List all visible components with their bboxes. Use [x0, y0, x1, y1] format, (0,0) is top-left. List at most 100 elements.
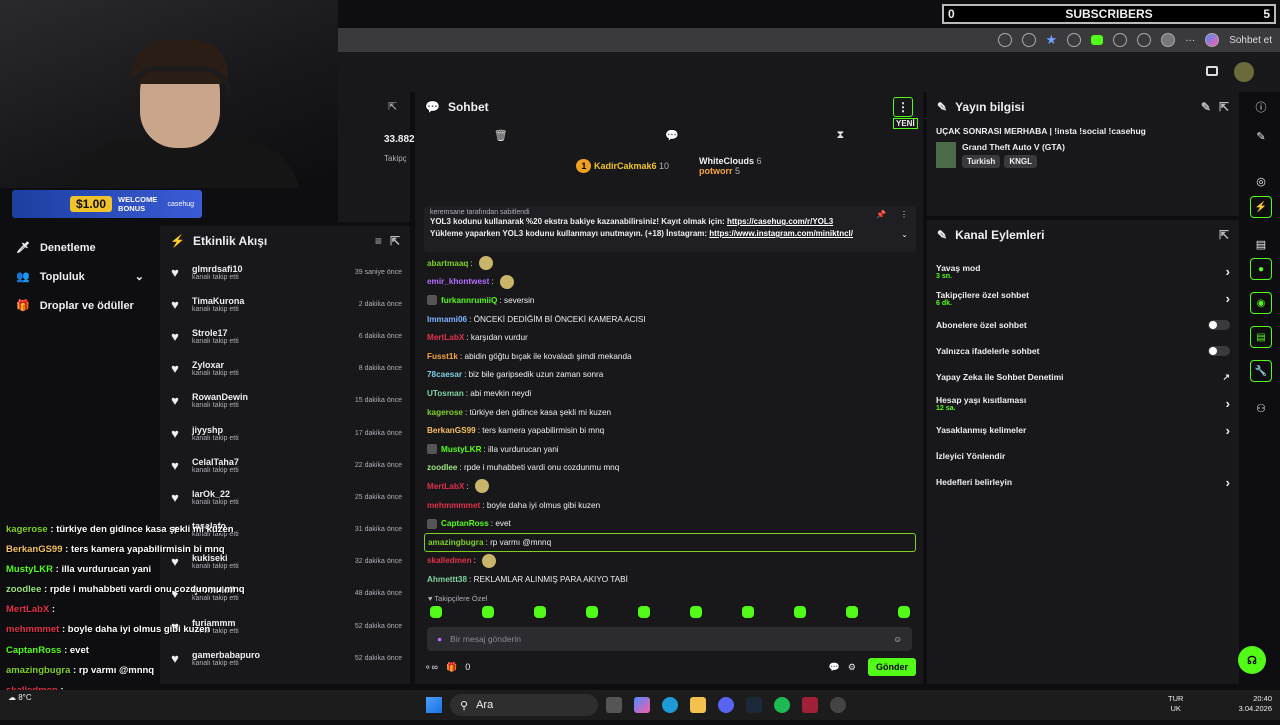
pinned-link-casehug[interactable]: https://casehug.com/r/YOL3: [727, 217, 833, 226]
channel-action-item[interactable]: Yapay Zeka ile Sohbet Denetimi ↗: [927, 364, 1239, 390]
copilot-icon[interactable]: [634, 697, 650, 713]
chat-username[interactable]: skalledmen: [427, 556, 472, 565]
chat-username[interactable]: Ahmettt38: [427, 575, 467, 584]
clock[interactable]: 20:40 3.04.2026: [1224, 694, 1272, 714]
channel-action-item[interactable]: Hesap yaşı kısıtlaması 12 sa. ›: [927, 390, 1239, 417]
popout-icon[interactable]: ⇱: [390, 234, 400, 248]
chat-username[interactable]: MustyLKR: [441, 445, 481, 454]
hourglass-icon[interactable]: ⧗: [837, 129, 845, 142]
emote-icon[interactable]: [430, 606, 442, 618]
leader-second[interactable]: WhiteClouds 6 potworr 5: [699, 156, 762, 176]
copilot-icon[interactable]: [1205, 33, 1220, 47]
edge-icon[interactable]: [662, 697, 678, 713]
tag[interactable]: Turkish: [962, 155, 1001, 168]
chat-message[interactable]: zoodlee: rpde i muhabbeti vardi onu cozd…: [424, 459, 916, 478]
chat-message[interactable]: emir_khontwest:: [424, 273, 916, 292]
chat-username[interactable]: mehmmmmet: [427, 501, 480, 510]
feed-item[interactable]: ♥ RowanDewin kanalı takip etti 15 dakika …: [160, 385, 410, 417]
folder-icon[interactable]: [690, 697, 706, 713]
users-icon[interactable]: ⚇: [1242, 394, 1280, 422]
channel-action-item[interactable]: Yavaş mod 3 sn. ›: [927, 258, 1239, 285]
screen-icon[interactable]: [1206, 66, 1218, 76]
chat-username[interactable]: 78caesar: [427, 370, 462, 379]
chat-message[interactable]: MertLabX: karşıdan vurdur: [424, 328, 916, 347]
chat-username[interactable]: abartmaaq: [427, 259, 468, 268]
toggle-switch[interactable]: [1208, 346, 1230, 356]
feed-item[interactable]: ♥ glmrdsafi10 kanalı takip etti 39 saniye…: [160, 256, 410, 288]
chat-username[interactable]: MertLabX: [427, 333, 464, 342]
pin-icon[interactable]: 📌: [876, 210, 886, 219]
pinned-link-instagram[interactable]: https://www.instagram.com/miniktncl/: [709, 229, 853, 238]
chat-username[interactable]: Fusst1k: [427, 352, 458, 361]
discord-icon[interactable]: [718, 697, 734, 713]
windows-start-icon[interactable]: [426, 697, 442, 713]
emote-icon[interactable]: [794, 606, 806, 618]
emote-icon[interactable]: [586, 606, 598, 618]
chat-username[interactable]: furkannrumiiQ: [441, 296, 497, 305]
filter-icon[interactable]: ≡: [375, 234, 382, 248]
emote-icon[interactable]: [742, 606, 754, 618]
star-icon[interactable]: ★: [1046, 32, 1058, 48]
mic-icon[interactable]: ●: [437, 634, 442, 644]
edit-icon[interactable]: ✎: [1201, 100, 1211, 114]
chat-message[interactable]: Ahmettt38: REKLAMLAR ALINMIŞ PARA AKIYO …: [424, 570, 916, 589]
chat-username[interactable]: CaptanRoss: [441, 519, 489, 528]
feed-user[interactable]: larOk_22: [192, 489, 239, 499]
chat-username[interactable]: emir_khontwest: [427, 277, 489, 286]
chat-bubble-icon[interactable]: ●: [1250, 258, 1272, 280]
refresh-icon[interactable]: [1113, 33, 1128, 47]
emote-icon[interactable]: [638, 606, 650, 618]
obs-icon[interactable]: [830, 697, 846, 713]
wrench-icon[interactable]: 🔧: [1250, 360, 1272, 382]
favorites-icon[interactable]: [1137, 33, 1152, 47]
emote-icon[interactable]: [690, 606, 702, 618]
feed-user[interactable]: glmrdsafi10: [192, 264, 243, 274]
channel-action-item[interactable]: Abonelere özel sohbet: [927, 312, 1239, 338]
chat-username[interactable]: MertLabX: [427, 482, 464, 491]
feed-user[interactable]: CelalTaha7: [192, 457, 239, 467]
feed-item[interactable]: ♥ TimaKurona kanalı takip etti 2 dakika ö…: [160, 288, 410, 320]
feed-item[interactable]: ♥ Zyloxar kanalı takip etti 8 dakika önce: [160, 353, 410, 385]
profile-icon[interactable]: [1161, 33, 1176, 47]
popout-icon[interactable]: ⇱: [388, 100, 397, 113]
chat-message[interactable]: mehmmmmet: boyle daha iyi olmus gibi kuz…: [424, 496, 916, 515]
points-icon[interactable]: ⚬∞: [424, 662, 438, 673]
channel-action-item[interactable]: Hedefleri belirleyin ›: [927, 469, 1239, 495]
weather-widget[interactable]: ☁ 8°C: [8, 693, 32, 703]
chat-message[interactable]: CaptanRoss: evet: [424, 514, 916, 533]
popout-icon[interactable]: ⇱: [1219, 100, 1229, 114]
support-button[interactable]: ☊: [1238, 646, 1266, 674]
channel-action-item[interactable]: İzleyici Yönlendir: [927, 443, 1239, 469]
chat-username[interactable]: kagerose: [427, 408, 463, 417]
emoji-icon[interactable]: ☺: [893, 634, 902, 644]
more-vertical-icon[interactable]: ⋮: [900, 210, 908, 219]
trash-icon[interactable]: 🗑: [494, 129, 508, 142]
kick-extension-icon[interactable]: [1091, 35, 1104, 45]
chat-message[interactable]: MertLabX:: [424, 477, 916, 496]
chat-bubble-icon[interactable]: 💬: [829, 662, 840, 673]
feed-item[interactable]: ♥ larOk_22 kanalı takip etti 25 dakika ön…: [160, 481, 410, 513]
feed-user[interactable]: RowanDewin: [192, 392, 248, 402]
chat-message[interactable]: abartmaaq:: [424, 254, 916, 273]
extension-icon[interactable]: [1067, 33, 1082, 47]
task-view-icon[interactable]: [606, 697, 622, 713]
app-icon[interactable]: [802, 697, 818, 713]
chat-username[interactable]: BerkanGS99: [427, 426, 476, 435]
feed-user[interactable]: TimaKurona: [192, 296, 244, 306]
chat-message[interactable]: Fusst1k: abidin göğtu bıçak ile kovaladı…: [424, 347, 916, 366]
feed-user[interactable]: jiyyshp: [192, 425, 239, 435]
copilot-button[interactable]: Sohbet et: [1229, 35, 1272, 46]
sidebar-item-topluluk[interactable]: 👥 Topluluk ⌄: [0, 262, 160, 291]
emote-icon[interactable]: [482, 606, 494, 618]
camera-icon[interactable]: ◎: [1242, 166, 1280, 196]
sidebar-item-droplar[interactable]: 🎁 Droplar ve ödüller: [0, 291, 160, 320]
toggle-switch[interactable]: [1208, 320, 1230, 330]
bolt-icon[interactable]: ⚡: [1250, 196, 1272, 218]
list-icon[interactable]: ▤: [1250, 326, 1272, 348]
search-box[interactable]: ⚲ Ara: [450, 694, 598, 716]
feed-user[interactable]: Zyloxar: [192, 360, 239, 370]
spotify-icon[interactable]: [774, 697, 790, 713]
feed-item[interactable]: ♥ CelalTaha7 kanalı takip etti 22 dakika …: [160, 449, 410, 481]
tag[interactable]: KNGL: [1004, 155, 1037, 168]
category-name[interactable]: Grand Theft Auto V (GTA): [962, 142, 1065, 152]
